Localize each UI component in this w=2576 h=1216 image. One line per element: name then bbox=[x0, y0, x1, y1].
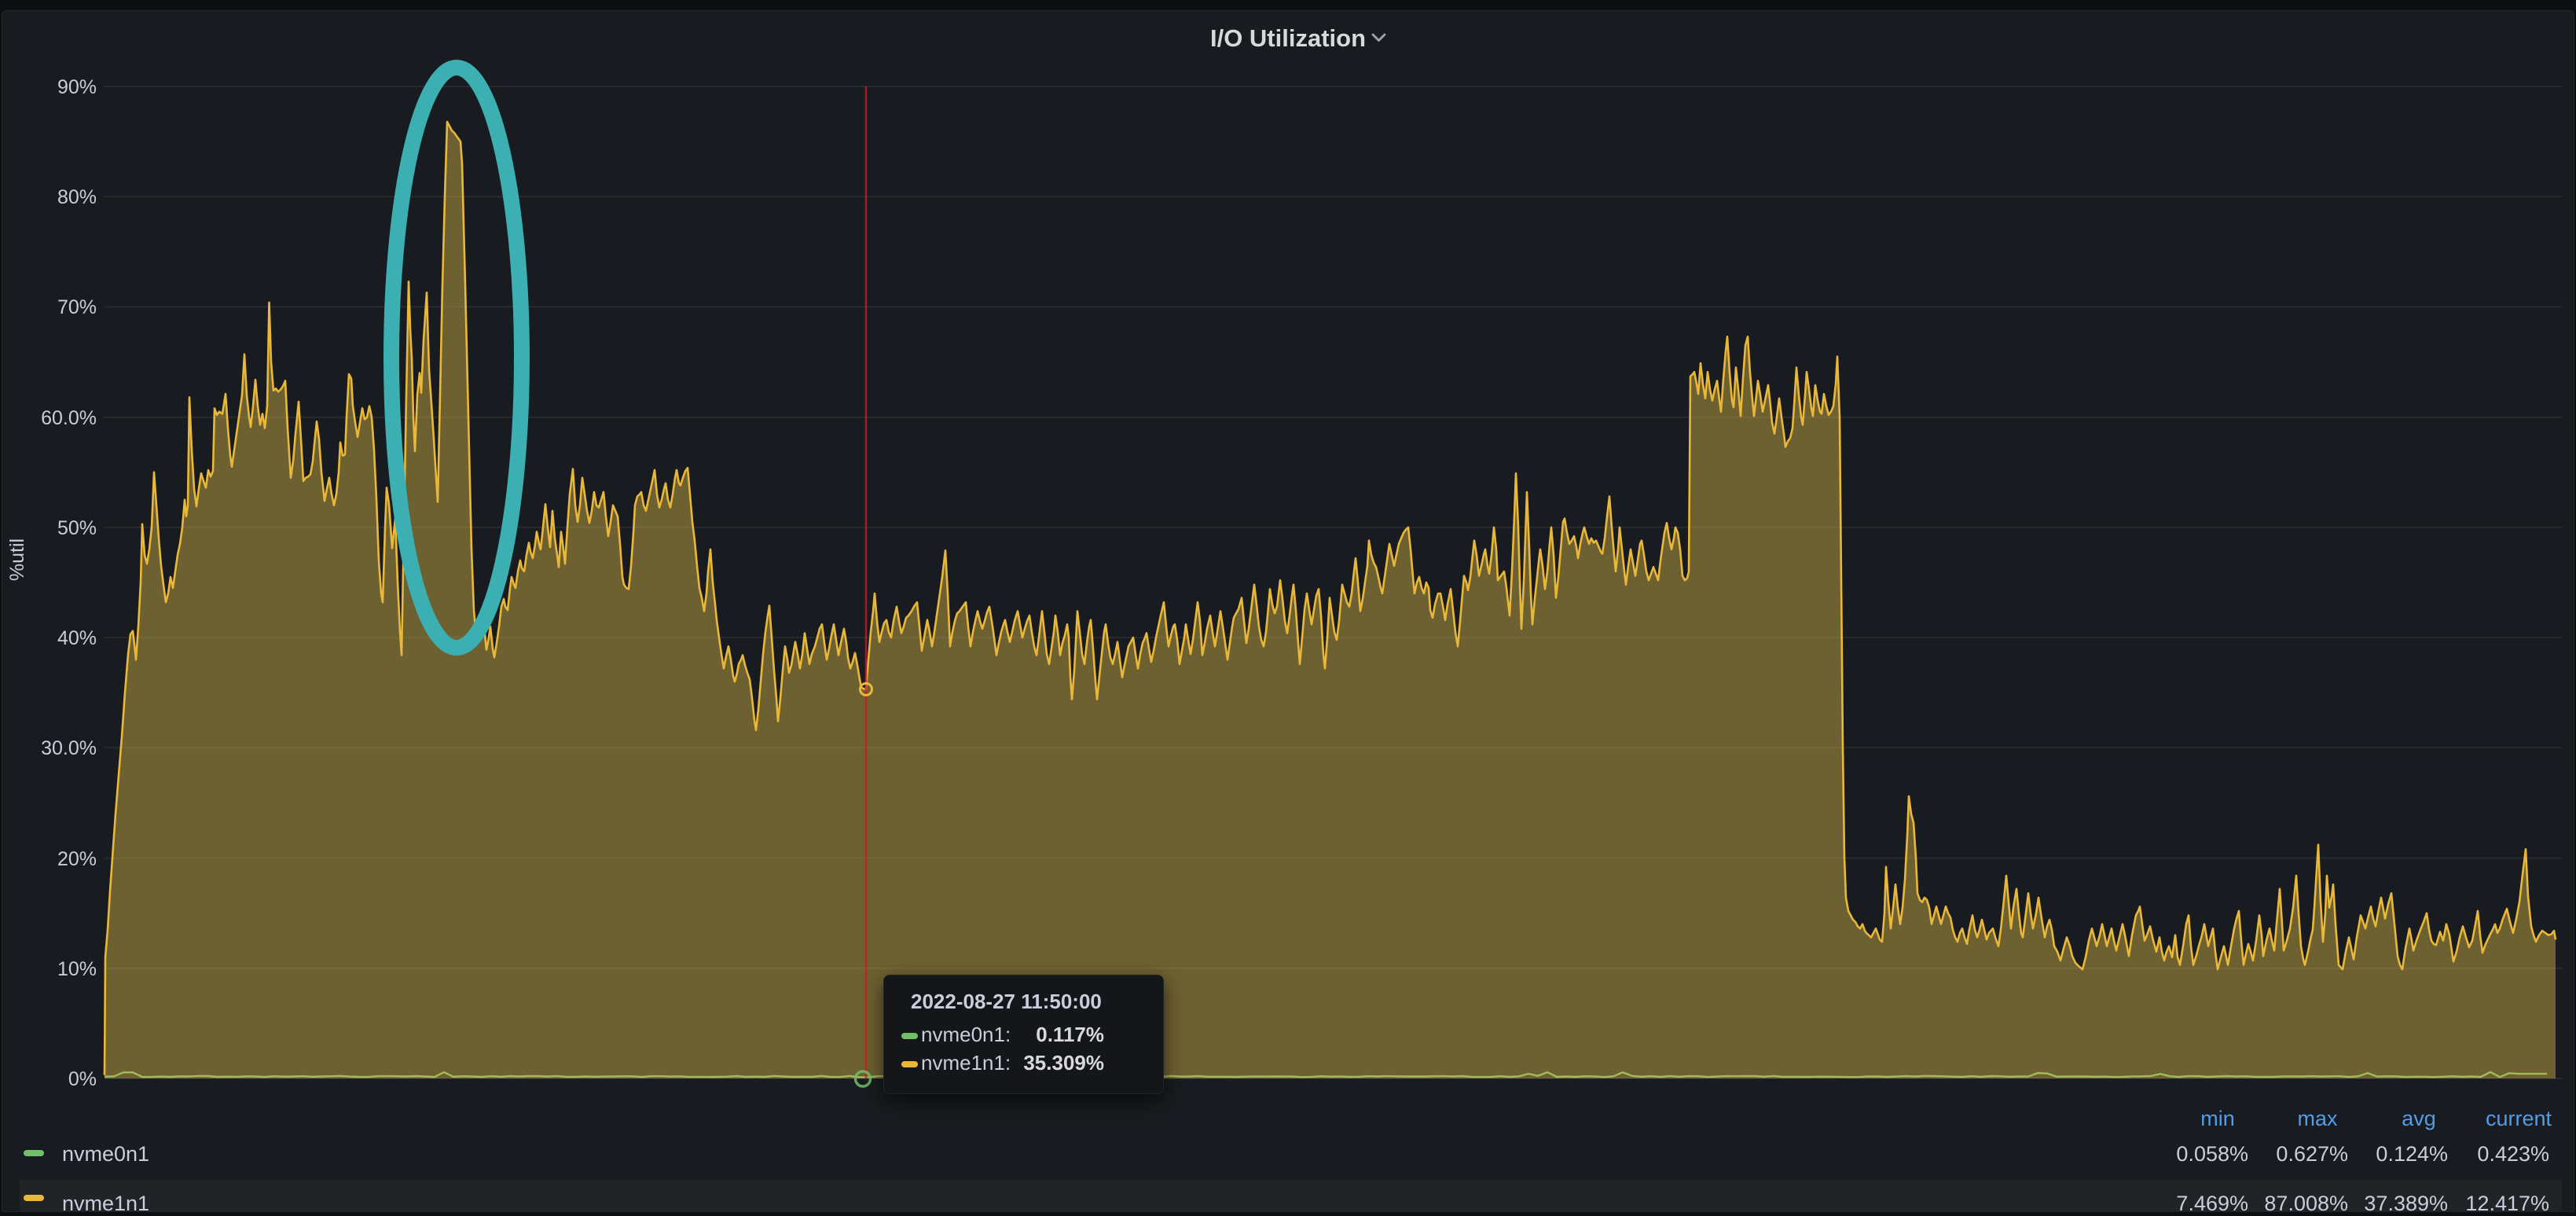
svg-text:20%: 20% bbox=[57, 848, 97, 870]
svg-text:0%: 0% bbox=[68, 1068, 97, 1090]
svg-text:I/O Utilization: I/O Utilization bbox=[1210, 24, 1366, 52]
svg-text:30.0%: 30.0% bbox=[41, 737, 97, 759]
svg-text:40%: 40% bbox=[57, 627, 97, 649]
svg-text:60.0%: 60.0% bbox=[41, 407, 97, 429]
svg-text:70%: 70% bbox=[57, 296, 97, 318]
svg-text:50%: 50% bbox=[57, 517, 97, 539]
svg-text:10%: 10% bbox=[57, 958, 97, 980]
svg-text:90%: 90% bbox=[57, 76, 97, 98]
svg-text:80%: 80% bbox=[57, 186, 97, 208]
svg-text:%util: %util bbox=[6, 538, 28, 581]
